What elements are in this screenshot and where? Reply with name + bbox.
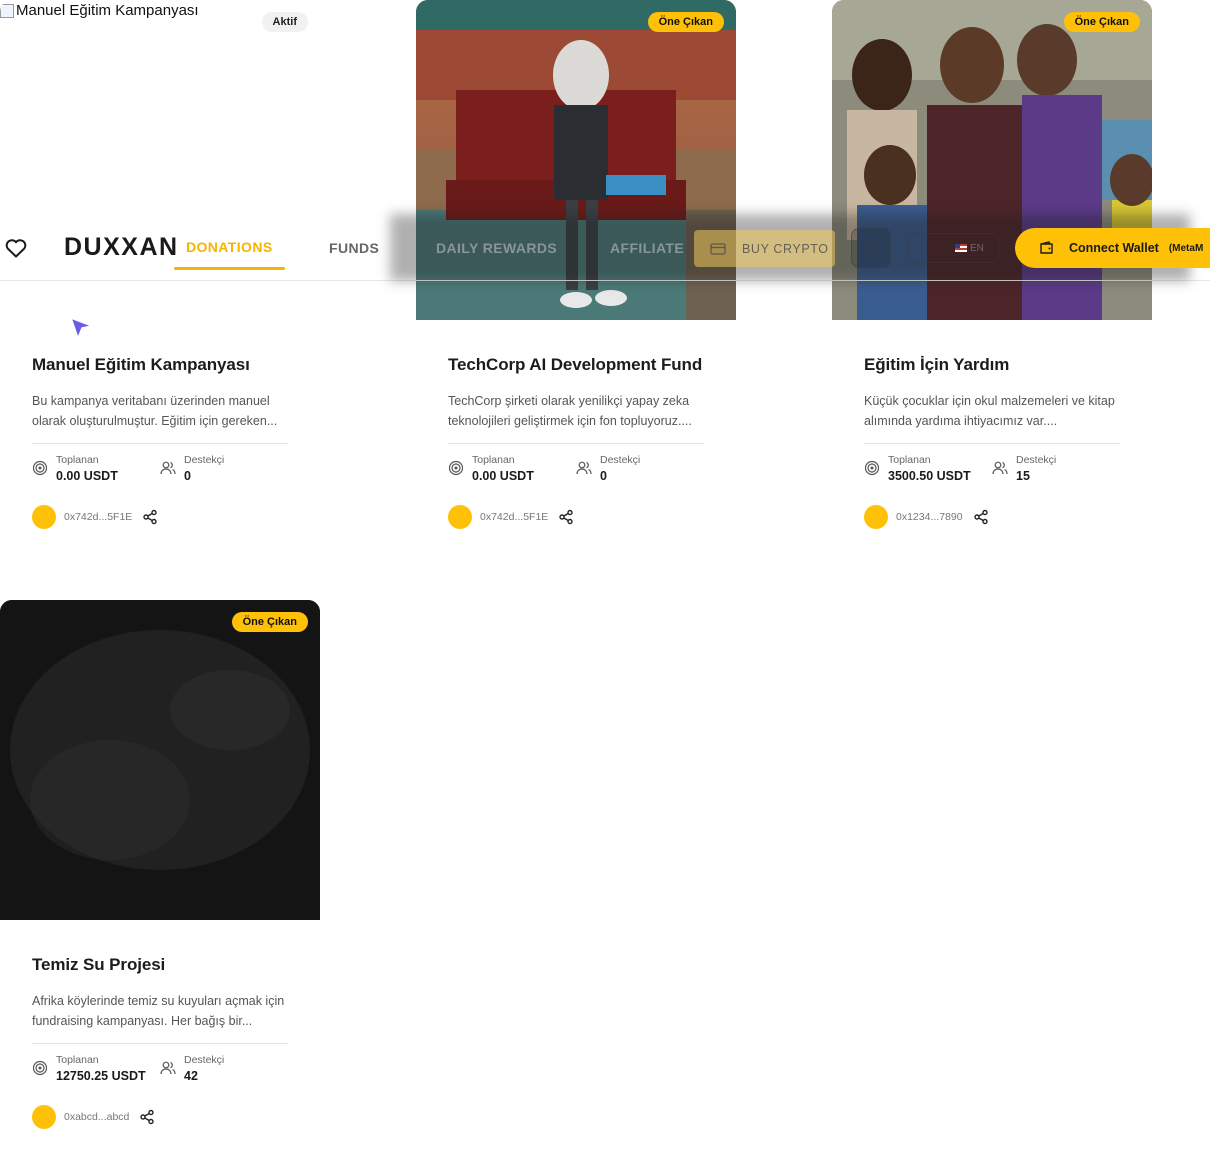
raised-stat: Toplanan 0.00 USDT <box>32 454 160 483</box>
connect-wallet-button[interactable]: Connect Wallet (MetaM <box>1015 228 1210 268</box>
status-badge: Aktif <box>261 12 308 32</box>
supporters-value: 42 <box>184 1069 198 1083</box>
logo[interactable]: DUXXAN <box>64 233 179 262</box>
share-icon[interactable] <box>139 1109 155 1125</box>
share-icon[interactable] <box>973 509 989 525</box>
featured-badge: Öne Çıkan <box>231 612 308 632</box>
users-icon <box>992 461 1008 475</box>
credit-card-icon <box>710 242 726 255</box>
raised-label: Toplanan <box>56 1054 99 1066</box>
divider <box>32 1043 288 1044</box>
raised-label: Toplanan <box>888 454 931 466</box>
wallet-icon <box>1040 241 1053 254</box>
campaign-title[interactable]: Manuel Eğitim Kampanyası <box>32 355 288 375</box>
campaign-image: Öne Çıkan <box>0 600 320 920</box>
avatar <box>32 505 56 529</box>
supporters-value: 0 <box>600 469 607 483</box>
supporters-stat: Destekçi 42 <box>160 1054 288 1083</box>
cursor-icon <box>70 317 93 339</box>
users-icon <box>160 1061 176 1075</box>
wallet-address: 0xabcd...abcd <box>64 1111 130 1123</box>
users-icon <box>576 461 592 475</box>
supporters-label: Destekçi <box>600 454 641 466</box>
avatar <box>448 505 472 529</box>
moon-icon <box>865 242 877 254</box>
raised-value: 0.00 USDT <box>56 469 118 483</box>
dark-texture-photo <box>0 600 320 920</box>
nav-item-donations[interactable]: DONATIONS <box>186 239 273 255</box>
divider <box>32 443 288 444</box>
supporters-value: 0 <box>184 469 191 483</box>
users-icon <box>160 461 176 475</box>
nav-active-indicator <box>174 267 285 270</box>
buy-crypto-label: BUY CRYPTO <box>742 241 829 256</box>
avatar <box>864 505 888 529</box>
wallet-address: 0x742d...5F1E <box>64 511 133 523</box>
campaign-description: TechCorp şirketi olarak yenilikçi yapay … <box>448 394 692 428</box>
campaign-card[interactable]: Öne Çıkan Temiz Su Projesi Afrika köyler… <box>0 600 320 1140</box>
share-icon[interactable] <box>558 509 574 525</box>
raised-stat: Toplanan 0.00 USDT <box>448 454 576 483</box>
target-icon <box>32 1060 48 1076</box>
supporters-stat: Destekçi 15 <box>992 454 1120 483</box>
divider <box>448 443 704 444</box>
flag-us-icon <box>955 244 967 252</box>
supporters-label: Destekçi <box>184 1054 225 1066</box>
raised-value: 12750.25 USDT <box>56 1069 146 1083</box>
buy-crypto-button[interactable]: BUY CRYPTO <box>694 230 835 267</box>
language-selector[interactable]: EN <box>908 233 999 263</box>
divider <box>864 443 1120 444</box>
raised-label: Toplanan <box>472 454 515 466</box>
raised-stat: Toplanan 12750.25 USDT <box>32 1054 160 1083</box>
navbar: DUXXAN DONATIONS FUNDS DAILY REWARDS AFF… <box>0 214 1210 281</box>
broken-image-icon <box>0 3 14 18</box>
language-label: EN <box>970 242 984 254</box>
avatar <box>32 1105 56 1129</box>
featured-badge: Öne Çıkan <box>1063 12 1140 32</box>
raised-label: Toplanan <box>56 454 99 466</box>
wallet-address: 0x1234...7890 <box>896 511 963 523</box>
campaign-title[interactable]: TechCorp AI Development Fund <box>448 355 704 375</box>
supporters-value: 15 <box>1016 469 1030 483</box>
theme-toggle-button[interactable] <box>851 228 891 268</box>
connect-wallet-sublabel: (MetaM <box>1168 242 1204 254</box>
campaign-title[interactable]: Temiz Su Projesi <box>32 955 288 975</box>
supporters-label: Destekçi <box>1016 454 1057 466</box>
target-icon <box>864 460 880 476</box>
nav-item-funds[interactable]: FUNDS <box>329 240 379 256</box>
wallet-address: 0x742d...5F1E <box>480 511 549 523</box>
nav-item-daily-rewards[interactable]: DAILY REWARDS <box>436 240 557 256</box>
raised-value: 0.00 USDT <box>472 469 534 483</box>
campaign-description: Afrika köylerinde temiz su kuyuları açma… <box>32 994 285 1028</box>
featured-badge: Öne Çıkan <box>647 12 724 32</box>
campaign-description: Küçük çocuklar için okul malzemeleri ve … <box>864 394 1115 428</box>
heart-icon[interactable] <box>4 236 28 260</box>
campaign-title[interactable]: Eğitim İçin Yardım <box>864 355 1120 375</box>
nav-item-affiliate[interactable]: AFFILIATE <box>610 240 684 256</box>
connect-wallet-label: Connect Wallet <box>1069 241 1159 255</box>
raised-stat: Toplanan 3500.50 USDT <box>864 454 992 483</box>
broken-image-alt: Manuel Eğitim Kampanyası <box>0 2 199 19</box>
share-icon[interactable] <box>142 509 158 525</box>
supporters-label: Destekçi <box>184 454 225 466</box>
supporters-stat: Destekçi 0 <box>576 454 704 483</box>
raised-value: 3500.50 USDT <box>888 469 971 483</box>
supporters-stat: Destekçi 0 <box>160 454 288 483</box>
target-icon <box>32 460 48 476</box>
campaign-description: Bu kampanya veritabanı üzerinden manuel … <box>32 394 278 428</box>
target-icon <box>448 460 464 476</box>
